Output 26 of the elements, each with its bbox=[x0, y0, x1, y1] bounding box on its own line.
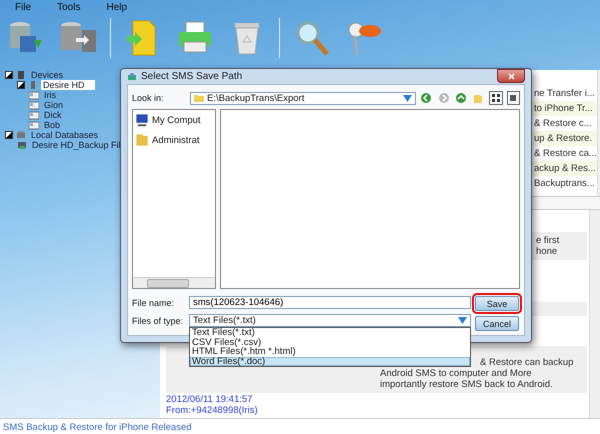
file-name-field[interactable]: sms(120623-104646) bbox=[189, 296, 471, 309]
tree-item[interactable]: Gion bbox=[42, 100, 64, 110]
tree-item[interactable]: Dick bbox=[42, 110, 62, 120]
tree-item[interactable]: Iris bbox=[42, 90, 57, 100]
message-text: e first hone bbox=[536, 235, 560, 257]
status-text: SMS Backup & Restore for iPhone Released bbox=[3, 422, 192, 432]
tree-item[interactable]: Bob bbox=[42, 120, 62, 130]
place-item[interactable]: My Comput bbox=[152, 114, 201, 126]
look-in-dropdown[interactable]: E:\BackupTrans\Export bbox=[190, 92, 416, 104]
message-sender: From:+94248998(Iris) bbox=[166, 405, 259, 416]
menu-item[interactable]: Tools bbox=[57, 2, 80, 12]
menu-item[interactable]: File bbox=[15, 2, 32, 12]
file-type-label: Files of type: bbox=[132, 316, 184, 326]
look-in-label: Look in: bbox=[132, 93, 165, 103]
tree-item[interactable]: Desire HD_Backup Fil bbox=[30, 140, 122, 150]
dialog-title: Select SMS Save Path bbox=[141, 71, 242, 82]
place-item[interactable]: Administrat bbox=[152, 134, 200, 146]
menu-item[interactable]: Help bbox=[106, 2, 128, 12]
tree-item[interactable]: Local Databases bbox=[29, 130, 100, 140]
save-button[interactable]: Save bbox=[475, 296, 519, 311]
file-type-dropdown[interactable]: Text Files(*.txt) bbox=[189, 314, 471, 327]
message-date: 2012/06/11 19:41:57 bbox=[166, 394, 254, 405]
file-name-label: File name: bbox=[132, 298, 176, 308]
cancel-button[interactable]: Cancel bbox=[475, 316, 519, 331]
tree-item[interactable]: Desire HD bbox=[41, 80, 95, 90]
tree-item[interactable]: Devices bbox=[29, 70, 64, 80]
